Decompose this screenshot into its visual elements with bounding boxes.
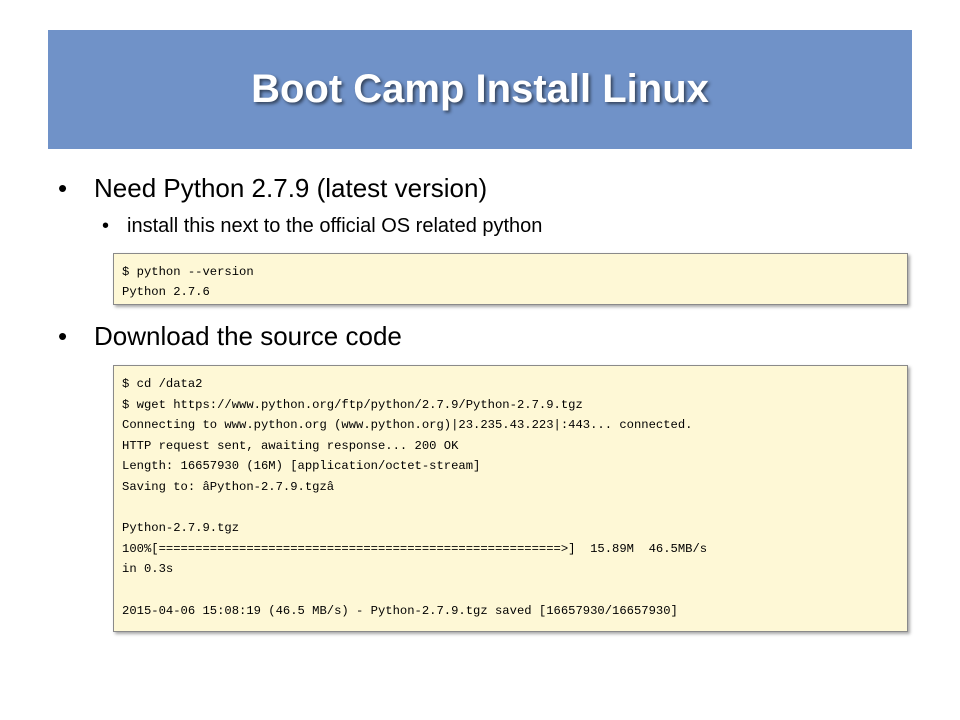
- bullet-dot-icon: •: [58, 173, 68, 203]
- bullet-dot-icon: •: [58, 321, 68, 351]
- code-line: 100%[===================================…: [122, 541, 708, 556]
- code-line: $ cd /data2: [122, 377, 203, 391]
- bullet-text: install this next to the official OS rel…: [127, 215, 543, 237]
- code-block-download-source: $ cd /data2 $ wget https://www.python.or…: [113, 365, 908, 632]
- bullet-text: Download the source code: [94, 321, 402, 351]
- code-line: Python-2.7.9.tgz: [122, 521, 240, 536]
- sub-bullet-install-next-to-os-python: • install this next to the official OS r…: [102, 215, 542, 238]
- code-line: Length: 16657930 (16M) [application/octe…: [122, 459, 481, 474]
- code-line: $ python --version: [122, 265, 254, 279]
- code-line: Saving to: âPython-2.7.9.tgzâ: [122, 479, 335, 494]
- code-line: HTTP request sent, awaiting response... …: [122, 438, 459, 453]
- bullet-dot-icon: •: [102, 215, 110, 237]
- code-line: $ wget https://www.python.org/ftp/python…: [122, 397, 583, 412]
- code-line: in 0.3s: [122, 562, 174, 577]
- code-line: 2015-04-06 15:08:19 (46.5 MB/s) - Python…: [122, 603, 678, 618]
- code-line: Connecting to www.python.org (www.python…: [122, 418, 693, 433]
- title-banner: Boot Camp Install Linux: [48, 30, 912, 149]
- code-block-python-version: $ python --version Python 2.7.6: [113, 253, 908, 305]
- bullet-download-source: • Download the source code: [58, 321, 402, 352]
- code-line: Python 2.7.6: [122, 285, 210, 299]
- bullet-text: Need Python 2.7.9 (latest version): [94, 173, 488, 203]
- bullet-need-python: • Need Python 2.7.9 (latest version): [58, 173, 487, 204]
- slide-title: Boot Camp Install Linux: [251, 67, 709, 111]
